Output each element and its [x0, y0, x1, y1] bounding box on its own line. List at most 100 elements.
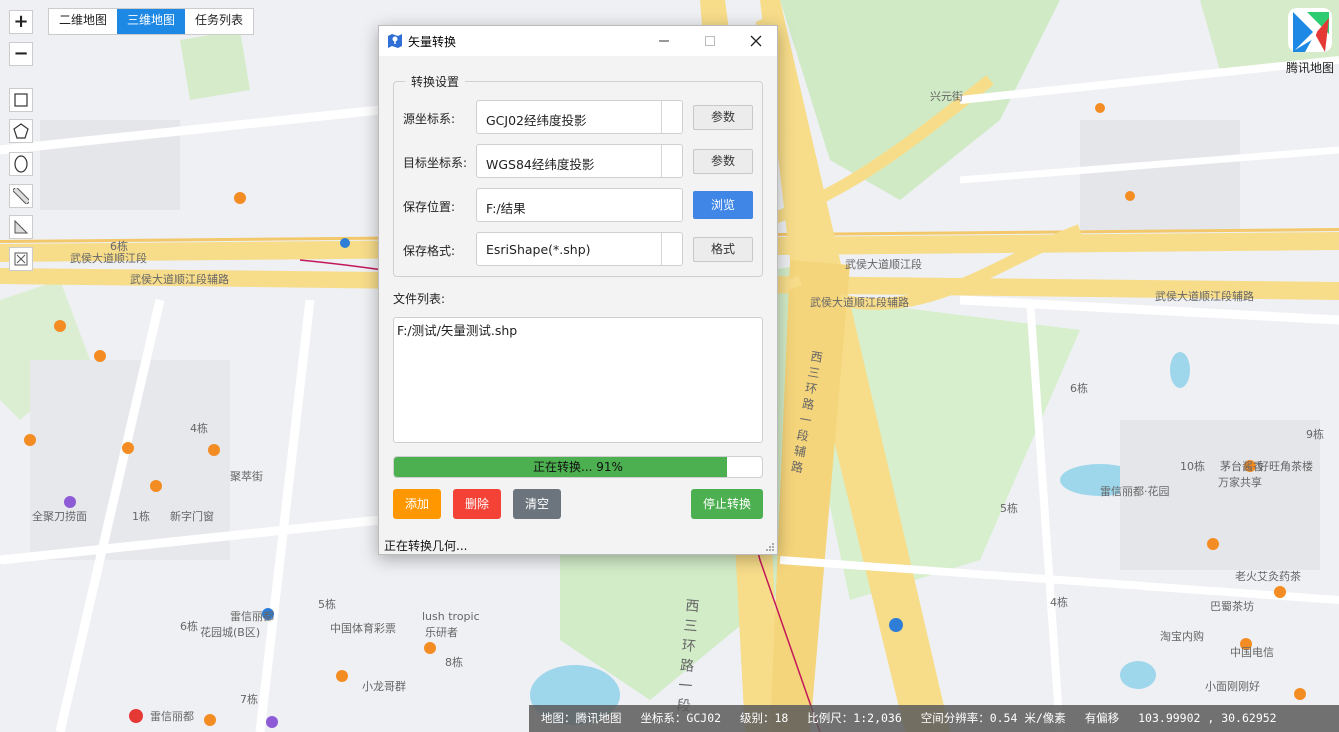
dialog-title: 矢量转换	[408, 35, 457, 49]
source-crs-value: GCJ02经纬度投影	[486, 113, 587, 128]
svg-text:西: 西	[809, 349, 823, 365]
svg-text:武侯大道顺江段: 武侯大道顺江段	[70, 251, 147, 265]
source-crs-select[interactable]: GCJ02经纬度投影	[476, 100, 683, 134]
status-map-source: 地图：腾讯地图	[541, 711, 622, 725]
clear-icon	[14, 252, 28, 266]
svg-text:茅台酱香: 茅台酱香	[1220, 459, 1264, 473]
tab-task-list[interactable]: 任务列表	[185, 9, 253, 34]
close-icon	[750, 35, 762, 47]
save-format-select[interactable]: EsriShape(*.shp)	[476, 232, 683, 266]
list-item[interactable]: F:/测试/矢量测试.shp	[397, 320, 517, 339]
close-button[interactable]	[733, 26, 779, 56]
zoom-in-button[interactable]: +	[9, 10, 33, 34]
ellipse-tool-button[interactable]	[9, 152, 33, 176]
polygon-tool-button[interactable]	[9, 119, 33, 143]
svg-text:小龙哥群: 小龙哥群	[362, 679, 406, 693]
svg-text:5栋: 5栋	[318, 597, 336, 611]
svg-text:三: 三	[683, 618, 698, 635]
svg-text:10栋: 10栋	[1180, 459, 1205, 473]
tab-2d-map[interactable]: 二维地图	[49, 9, 117, 34]
svg-text:6栋: 6栋	[180, 619, 198, 633]
logo-label: 腾讯地图	[1285, 61, 1334, 75]
svg-text:三: 三	[807, 365, 821, 381]
minimize-button[interactable]	[641, 26, 687, 56]
svg-text:辅: 辅	[793, 444, 807, 460]
format-button[interactable]: 格式	[693, 237, 753, 262]
minimize-icon	[659, 40, 669, 42]
svg-text:7栋: 7栋	[240, 692, 258, 706]
progress-text: 正在转换... 91%	[533, 460, 623, 474]
svg-text:武侯大道顺江段辅路: 武侯大道顺江段辅路	[810, 295, 909, 309]
svg-text:路: 路	[679, 658, 694, 675]
svg-text:新字门窗: 新字门窗	[170, 509, 214, 523]
delete-button[interactable]: 删除	[453, 489, 501, 519]
save-location-value: F:/结果	[486, 201, 526, 216]
svg-text:4栋: 4栋	[190, 421, 208, 435]
tab-3d-map[interactable]: 三维地图	[117, 9, 186, 34]
ellipse-icon	[14, 155, 28, 173]
clear-tool-button[interactable]	[9, 247, 33, 271]
clear-button[interactable]: 清空	[513, 489, 561, 519]
svg-text:雷信丽都: 雷信丽都	[150, 710, 194, 723]
tencent-map-logo: 腾讯地图	[1285, 6, 1335, 76]
zoom-out-button[interactable]: −	[9, 42, 33, 66]
target-crs-label: 目标坐标系:	[403, 156, 468, 170]
target-params-button[interactable]: 参数	[693, 149, 753, 174]
svg-text:小面刚刚好: 小面刚刚好	[1205, 679, 1260, 693]
area-measure-tool-button[interactable]	[9, 215, 33, 239]
svg-text:万家共享: 万家共享	[1218, 475, 1262, 489]
svg-text:聚萃街: 聚萃街	[230, 469, 263, 483]
svg-text:好旺角茶楼: 好旺角茶楼	[1258, 459, 1313, 473]
status-scale: 比例尺：1:2,036	[807, 711, 902, 725]
resize-grip-icon[interactable]	[765, 542, 775, 552]
save-format-value: EsriShape(*.shp)	[486, 242, 591, 257]
status-resolution: 空间分辨率：0.54 米/像素	[920, 711, 1066, 725]
svg-text:6栋: 6栋	[1070, 381, 1088, 395]
svg-text:1栋: 1栋	[132, 509, 150, 523]
conversion-settings-title: 转换设置	[405, 73, 466, 90]
svg-text:4栋: 4栋	[1050, 595, 1068, 609]
stop-convert-button[interactable]: 停止转换	[691, 489, 763, 519]
svg-text:西: 西	[685, 598, 700, 615]
svg-text:一: 一	[798, 412, 812, 428]
svg-text:老火艾灸药茶: 老火艾灸药茶	[1235, 569, 1301, 583]
add-button[interactable]: 添加	[393, 489, 441, 519]
map-statusbar: 地图：腾讯地图 坐标系：GCJ02 级别：18 比例尺：1:2,036 空间分辨…	[529, 705, 1339, 732]
rectangle-tool-button[interactable]	[9, 88, 33, 112]
svg-text:花园城(B区): 花园城(B区)	[200, 626, 260, 639]
ruler-tool-button[interactable]	[9, 184, 33, 208]
svg-text:环: 环	[804, 381, 818, 397]
source-crs-label: 源坐标系:	[403, 112, 456, 126]
svg-text:一: 一	[678, 678, 693, 695]
svg-text:兴元街: 兴元街	[930, 89, 963, 103]
ruler-icon	[13, 188, 29, 204]
svg-text:路: 路	[801, 395, 815, 412]
browse-button[interactable]: 浏览	[693, 191, 753, 219]
maximize-icon	[705, 36, 715, 46]
svg-text:5栋: 5栋	[1000, 501, 1018, 515]
svg-text:路: 路	[790, 458, 804, 475]
status-level: 级别：18	[740, 711, 789, 725]
map-view-tabs: 二维地图 三维地图 任务列表	[48, 8, 255, 35]
svg-text:武侯大道顺江段辅路: 武侯大道顺江段辅路	[1155, 289, 1254, 303]
tencent-map-logo-icon	[1288, 8, 1332, 52]
source-params-button[interactable]: 参数	[693, 105, 753, 130]
svg-text:lush tropic: lush tropic	[422, 610, 480, 623]
dialog-status-text: 正在转换几何...	[384, 539, 468, 553]
target-crs-select[interactable]: WGS84经纬度投影	[476, 144, 683, 178]
area-measure-icon	[14, 219, 29, 234]
vector-convert-dialog: 矢量转换 转换设置 源坐标系: GCJ02经纬度投影 参数 目标坐标系: WGS…	[378, 25, 778, 555]
svg-text:中国电信: 中国电信	[1230, 646, 1274, 659]
svg-text:9栋: 9栋	[1306, 427, 1324, 441]
svg-text:段: 段	[796, 427, 810, 444]
file-list[interactable]: F:/测试/矢量测试.shp	[393, 317, 763, 443]
save-location-label: 保存位置:	[403, 200, 456, 214]
save-location-input[interactable]: F:/结果	[476, 188, 683, 222]
dialog-titlebar[interactable]: 矢量转换	[379, 26, 777, 56]
maximize-button[interactable]	[687, 26, 733, 56]
svg-text:武侯大道顺江段辅路: 武侯大道顺江段辅路	[130, 272, 229, 286]
svg-text:巴蜀茶坊: 巴蜀茶坊	[1210, 599, 1254, 613]
polygon-icon	[13, 123, 29, 139]
rectangle-icon	[14, 93, 28, 107]
svg-text:雷信丽都·花园: 雷信丽都·花园	[1100, 485, 1170, 498]
